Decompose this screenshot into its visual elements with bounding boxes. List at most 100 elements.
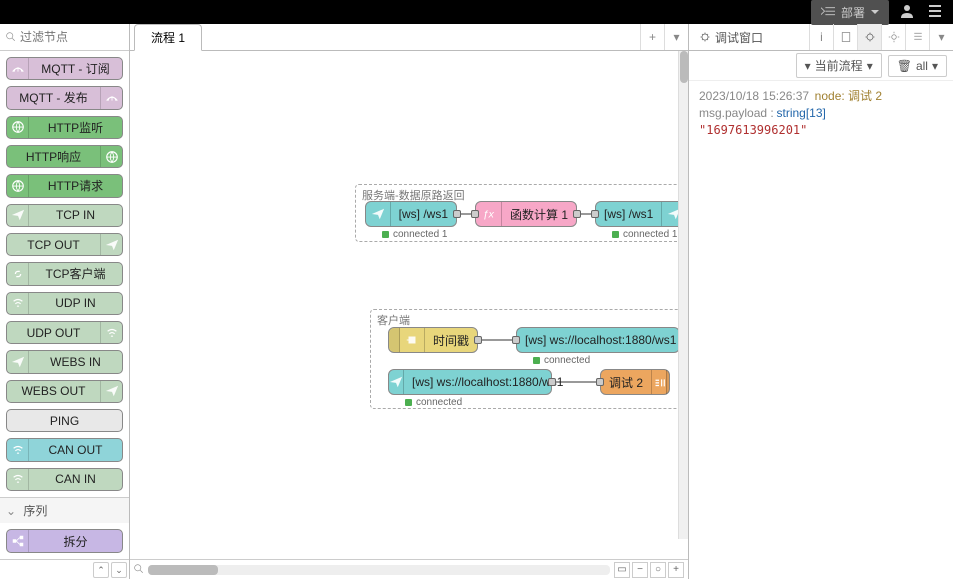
sidebar-menu-button[interactable]: ▾ (929, 24, 953, 50)
palette-node-6[interactable]: TCP OUT (6, 233, 123, 256)
palette-node-10[interactable]: WEBS IN (6, 350, 123, 373)
palette-node-0[interactable]: MQTT - 订阅 (6, 57, 123, 80)
output-port[interactable] (548, 378, 556, 386)
filter-button[interactable]: ▾ 当前流程 ▾ (796, 53, 882, 78)
chevron-down-icon (871, 10, 879, 14)
bridge-icon (100, 87, 122, 108)
palette-node-2[interactable]: HTTP监听 (6, 116, 123, 139)
search-icon (6, 32, 16, 42)
config-tab[interactable] (881, 24, 905, 50)
node-label: [ws] /ws1 (391, 207, 456, 221)
deploy-label: 部署 (841, 4, 865, 21)
tab-flow-1[interactable]: 流程 1 (134, 24, 202, 51)
node-status: connected (533, 355, 590, 366)
node-status: connected 1 (612, 229, 678, 240)
zoom-reset-button[interactable]: ○ (650, 562, 666, 578)
flow-node-n4[interactable]: 时间戳 (388, 327, 478, 353)
palette-node-split[interactable]: 拆分 (6, 529, 123, 553)
palette-node-8[interactable]: UDP IN (6, 292, 123, 315)
clear-button[interactable]: 🗑 all ▾ (888, 55, 947, 77)
category-header[interactable]: ⌄ 序列 (0, 497, 129, 523)
node-status: connected (405, 397, 462, 408)
topbar: 部署 (0, 0, 953, 24)
flow-node-n7[interactable]: 调试 2 (600, 369, 670, 395)
debug-meta: 2023/10/18 15:26:37 node: 调试 2 (699, 87, 943, 104)
context-tab[interactable] (905, 24, 929, 50)
help-tab[interactable] (833, 24, 857, 50)
zoom-navigator-button[interactable]: ▭ (614, 562, 630, 578)
palette-node-7[interactable]: TCP客户端 (6, 262, 123, 285)
output-port[interactable] (573, 210, 581, 218)
palette-node-1[interactable]: MQTT - 发布 (6, 86, 123, 109)
deploy-button[interactable]: 部署 (811, 0, 889, 25)
horizontal-scrollbar[interactable] (148, 565, 610, 575)
vertical-scrollbar[interactable] (678, 51, 688, 539)
palette-node-5[interactable]: TCP IN (6, 204, 123, 227)
debug-toggle-button[interactable] (666, 370, 669, 394)
flow-node-n3[interactable]: [ws] /ws1connected 1 (595, 201, 687, 227)
flow-node-n5[interactable]: [ws] ws://localhost:1880/ws1connected (516, 327, 680, 353)
palette-node-3[interactable]: HTTP响应 (6, 145, 123, 168)
node-label: [ws] ws://localhost:1880/ws1 (517, 333, 684, 347)
fx-icon: ƒx (476, 202, 502, 226)
workspace-footer: ▭ − ○ + (130, 559, 688, 579)
expand-down-button[interactable]: ⌄ (111, 562, 127, 578)
wifi-icon (7, 469, 29, 490)
collapse-up-button[interactable]: ⌃ (93, 562, 109, 578)
inject-button[interactable] (389, 328, 400, 352)
link-icon (7, 263, 29, 284)
node-label: [ws] /ws1 (596, 207, 661, 221)
send-icon (7, 205, 29, 226)
deploy-icon (821, 7, 835, 17)
output-port[interactable] (453, 210, 461, 218)
palette-node-4[interactable]: HTTP请求 (6, 174, 123, 197)
canvas[interactable]: 服务端-数据原路返回客户端[ws] /ws1connected 1ƒx函数计算 … (130, 51, 688, 559)
search-icon[interactable] (134, 563, 144, 577)
debug-icon (651, 370, 666, 394)
tab-menu-button[interactable]: ▾ (664, 24, 688, 50)
node-label: 调试 2 (601, 374, 651, 391)
bridge-icon (7, 58, 29, 79)
zoom-out-button[interactable]: − (632, 562, 648, 578)
wifi-icon (7, 293, 29, 314)
input-port[interactable] (591, 210, 599, 218)
send-icon (389, 370, 404, 394)
zoom-in-button[interactable]: + (668, 562, 684, 578)
info-tab[interactable]: i (809, 24, 833, 50)
input-port[interactable] (596, 378, 604, 386)
palette-node-14[interactable]: CAN IN (6, 468, 123, 491)
send-icon (7, 351, 29, 372)
node-status: connected 1 (382, 229, 448, 240)
flow-node-n6[interactable]: [ws] ws://localhost:1880/ws1connected (388, 369, 552, 395)
wifi-icon (100, 322, 122, 343)
sidebar-title: 调试窗口 (689, 29, 773, 46)
debug-path: msg.payload : string[13] (699, 106, 943, 120)
input-port[interactable] (471, 210, 479, 218)
add-tab-button[interactable]: + (640, 24, 664, 50)
debug-tab[interactable] (857, 24, 881, 50)
chevron-down-icon: ▾ (867, 59, 873, 73)
filter-input[interactable] (20, 30, 110, 44)
debug-value[interactable]: "1697613996201" (699, 123, 943, 137)
send-icon (100, 381, 122, 402)
menu-icon[interactable] (925, 3, 945, 22)
globe-icon (7, 175, 29, 196)
user-icon[interactable] (897, 3, 917, 22)
palette-node-13[interactable]: CAN OUT (6, 438, 123, 461)
sidebar-header: 调试窗口 i ▾ (689, 24, 953, 51)
flow-node-n2[interactable]: ƒx函数计算 1 (475, 201, 577, 227)
globe-icon (7, 117, 29, 138)
group-label: 客户端 (377, 312, 410, 328)
scrollbar-thumb[interactable] (680, 51, 688, 83)
palette-node-9[interactable]: UDP OUT (6, 321, 123, 344)
node-label: 时间戳 (425, 332, 477, 349)
output-port[interactable] (474, 336, 482, 344)
scrollbar-thumb[interactable] (148, 565, 218, 575)
flow-node-n1[interactable]: [ws] /ws1connected 1 (365, 201, 457, 227)
workspace: 流程 1 + ▾ 服务端-数据原路返回客户端[ws] /ws1connected… (130, 24, 688, 579)
palette-node-12[interactable]: PING (6, 409, 123, 432)
input-port[interactable] (512, 336, 520, 344)
palette-node-11[interactable]: WEBS OUT (6, 380, 123, 403)
wires (130, 51, 688, 559)
palette: MQTT - 订阅 MQTT - 发布 HTTP监听 HTTP响应 HTTP请求 TCP … (0, 24, 130, 579)
